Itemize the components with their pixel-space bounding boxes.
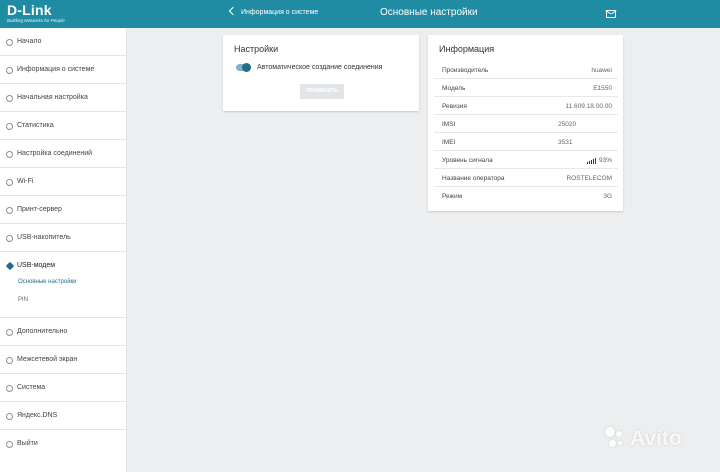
sidebar-item-label: Система	[17, 384, 46, 391]
info-row-mode: Режим 3G	[434, 187, 618, 205]
settings-card-title: Настройки	[234, 44, 279, 54]
sidebar-item-home[interactable]: Начало	[0, 28, 127, 56]
sidebar: Начало Информация о системе Начальная на…	[0, 28, 127, 472]
info-row-operator: Название оператора ROSTELECOM	[434, 169, 618, 187]
signal-bars-icon	[586, 157, 597, 164]
sidebar-item-system[interactable]: Система	[0, 374, 127, 402]
info-value: 3G	[603, 193, 612, 200]
wifi-icon	[6, 179, 13, 186]
avito-logo-dots	[605, 427, 633, 455]
stats-icon	[6, 123, 13, 130]
info-value: E1550	[593, 85, 612, 92]
auto-connect-toggle[interactable]	[236, 63, 251, 72]
sidebar-item-usb-modem[interactable]: USB-модем Основные настройки PIN	[0, 252, 127, 318]
back-to-system-info-link[interactable]: Информация о системе	[228, 6, 319, 16]
back-link-label: Информация о системе	[241, 9, 319, 16]
wand-icon	[6, 95, 13, 102]
sidebar-item-label: Статистика	[17, 122, 54, 129]
info-card: Информация Производитель huawei Модель E…	[428, 35, 623, 211]
info-row-manufacturer: Производитель huawei	[434, 61, 618, 79]
auto-connect-label: Автоматическое создание соединения	[257, 64, 383, 71]
info-key: Модель	[442, 85, 466, 92]
sidebar-item-label: Яндекс.DNS	[17, 412, 58, 419]
info-key: Название оператора	[442, 175, 505, 182]
top-header: D-Link Building Networks for People Инфо…	[0, 0, 720, 28]
chevron-left-icon	[228, 6, 238, 16]
info-key: Производитель	[442, 67, 489, 74]
toggle-knob	[242, 63, 251, 72]
sidebar-item-yandex-dns[interactable]: Яндекс.DNS	[0, 402, 127, 430]
info-key: IMEI	[442, 139, 456, 146]
usb-storage-icon	[6, 235, 13, 242]
logo-main-text: D-Link	[7, 2, 52, 18]
sidebar-item-label: Wi-Fi	[17, 178, 34, 185]
sidebar-item-statistics[interactable]: Статистика	[0, 112, 127, 140]
gear-icon	[6, 385, 13, 392]
sidebar-item-label: Выйти	[17, 440, 38, 447]
sidebar-item-label: Начало	[17, 38, 42, 45]
info-key: Ревизия	[442, 103, 467, 110]
mail-icon[interactable]	[606, 10, 616, 18]
signal-value: 93%	[586, 157, 612, 164]
apply-button[interactable]: ПРИМЕНИТЬ	[300, 84, 344, 99]
sidebar-item-label: Информация о системе	[17, 66, 95, 73]
info-value: 3531	[558, 139, 573, 146]
info-card-title: Информация	[439, 44, 495, 54]
logout-icon	[6, 441, 13, 448]
page-title: Основные настройки	[380, 7, 478, 18]
sidebar-item-system-info[interactable]: Информация о системе	[0, 56, 127, 84]
sidebar-item-label: USB-модем	[17, 262, 56, 269]
sidebar-item-label: Дополнительно	[17, 328, 68, 335]
usb-modem-icon	[5, 261, 15, 271]
info-value: huawei	[591, 67, 612, 74]
info-value: ROSTELECOM	[566, 175, 612, 182]
dlink-logo: D-Link Building Networks for People	[7, 3, 65, 24]
sidebar-item-label: Настройка соединений	[17, 150, 93, 157]
sidebar-item-print-server[interactable]: Принт-сервер	[0, 196, 127, 224]
logo-tagline: Building Networks for People	[7, 18, 65, 23]
info-value: 25020	[558, 121, 577, 128]
info-row-imei: IMEI 3531	[434, 133, 618, 151]
info-row-imsi: IMSI 25020	[434, 115, 618, 133]
info-key: IMSI	[442, 121, 456, 128]
sidebar-subitem-main-settings[interactable]: Основные настройки	[18, 279, 77, 285]
firewall-icon	[6, 357, 13, 364]
avito-watermark: Avito	[630, 427, 682, 450]
dns-icon	[6, 413, 13, 420]
info-row-signal-level: Уровень сигнала 93%	[434, 151, 618, 169]
printer-icon	[6, 207, 13, 214]
sidebar-item-initial-setup[interactable]: Начальная настройка	[0, 84, 127, 112]
info-row-revision: Ревизия 11.609.18.00.00	[434, 97, 618, 115]
sidebar-item-connections[interactable]: Настройка соединений	[0, 140, 127, 168]
sidebar-item-logout[interactable]: Выйти	[0, 430, 127, 458]
info-key: Режим	[442, 193, 463, 200]
sidebar-item-label: Начальная настройка	[17, 94, 88, 101]
advanced-icon	[6, 329, 13, 336]
home-icon	[6, 39, 13, 46]
info-value: 11.609.18.00.00	[565, 103, 612, 110]
connections-icon	[6, 151, 13, 158]
sidebar-item-usb-storage[interactable]: USB-накопитель	[0, 224, 127, 252]
sidebar-item-wifi[interactable]: Wi-Fi	[0, 168, 127, 196]
info-icon	[6, 67, 13, 74]
sidebar-item-label: Принт-сервер	[17, 206, 62, 213]
sidebar-item-label: Межсетевой экран	[17, 356, 78, 363]
sidebar-subitem-pin[interactable]: PIN	[18, 297, 28, 303]
settings-card: Настройки Автоматическое создание соедин…	[223, 35, 419, 111]
info-key: Уровень сигнала	[442, 157, 493, 164]
sidebar-item-advanced[interactable]: Дополнительно	[0, 318, 127, 346]
sidebar-item-label: USB-накопитель	[17, 234, 71, 241]
sidebar-item-firewall[interactable]: Межсетевой экран	[0, 346, 127, 374]
signal-percent: 93%	[598, 157, 612, 164]
info-row-model: Модель E1550	[434, 79, 618, 97]
